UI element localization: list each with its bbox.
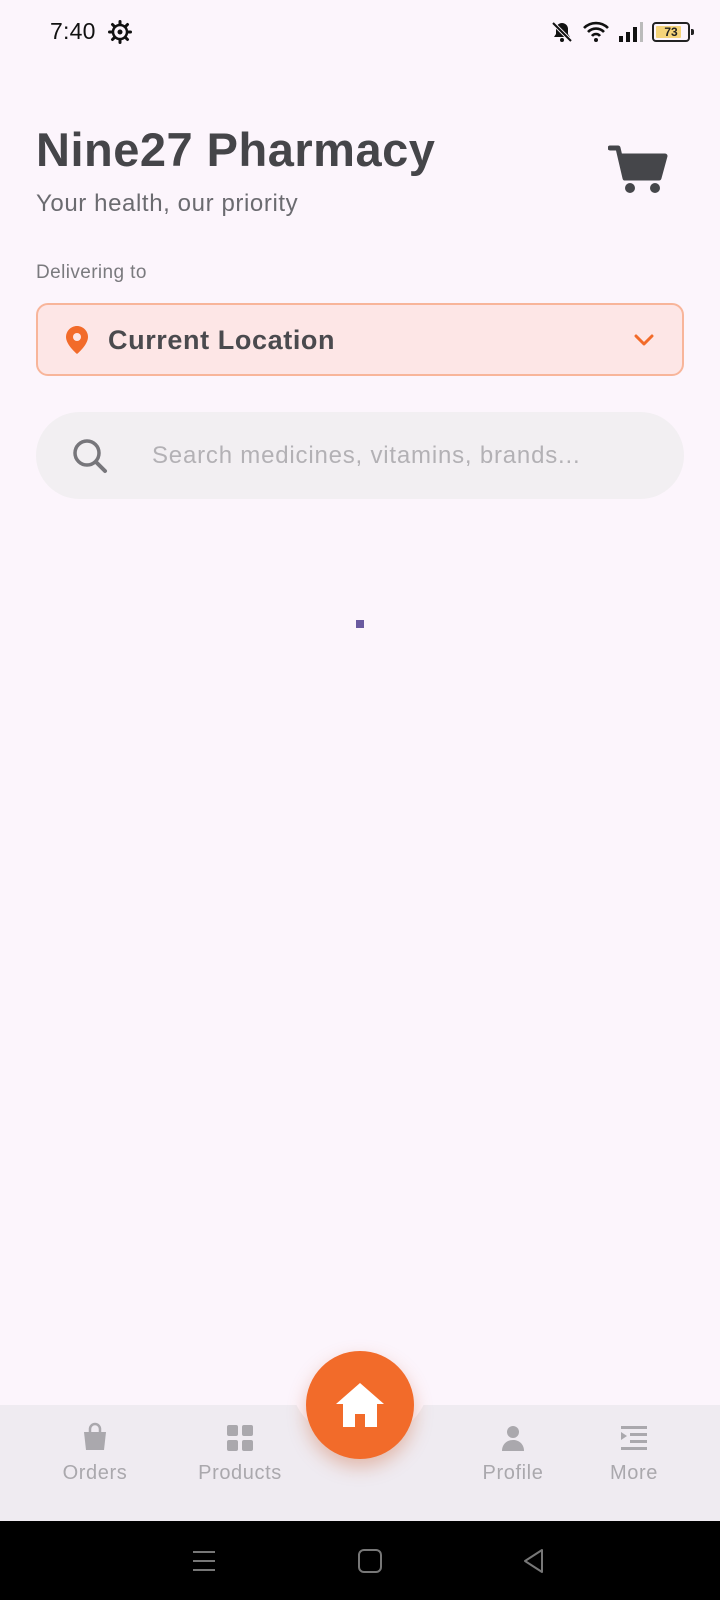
home-icon — [336, 1383, 384, 1427]
screen: 7:40 73 Nine27 Pharmacy Your health, our… — [0, 0, 720, 1600]
system-nav-bar — [0, 1521, 720, 1600]
recent-apps-icon[interactable] — [190, 1547, 218, 1575]
cart-icon[interactable] — [608, 144, 668, 196]
wifi-icon — [583, 21, 609, 42]
signal-icon — [619, 22, 643, 42]
system-home-icon[interactable] — [356, 1547, 384, 1575]
battery-level: 73 — [664, 25, 678, 39]
status-time: 7:40 — [50, 18, 96, 44]
location-pin-icon — [66, 326, 88, 354]
back-icon[interactable] — [520, 1547, 548, 1575]
chevron-down-icon — [634, 334, 654, 346]
home-button[interactable] — [306, 1351, 414, 1459]
nav-label-orders: Orders — [62, 1462, 128, 1484]
shopping-bag-icon — [84, 1422, 106, 1450]
status-icons: 73 — [550, 18, 694, 46]
nav-item-profile[interactable]: Profile — [448, 1422, 578, 1506]
search-icon — [73, 439, 107, 473]
location-selector[interactable]: Current Location — [36, 303, 684, 376]
bell-off-icon — [551, 21, 573, 43]
nav-label-more: More — [610, 1462, 658, 1484]
nav-item-products[interactable]: Products — [175, 1422, 305, 1506]
delivering-label: Delivering to — [36, 262, 147, 283]
search-input[interactable] — [152, 412, 662, 499]
app-subtitle: Your health, our priority — [36, 190, 299, 217]
nav-item-more[interactable]: More — [569, 1422, 699, 1506]
loading-indicator — [356, 620, 364, 628]
grid-icon — [227, 1425, 253, 1451]
nav-label-products: Products — [198, 1462, 282, 1484]
nav-label-profile: Profile — [482, 1462, 544, 1484]
menu-list-icon — [621, 1426, 647, 1450]
status-bar: 7:40 73 — [0, 0, 720, 64]
battery-tip — [691, 29, 694, 35]
location-text: Current Location — [108, 325, 336, 355]
person-icon — [502, 1426, 524, 1451]
nav-item-orders[interactable]: Orders — [30, 1422, 160, 1506]
battery-icon: 73 — [652, 22, 694, 42]
search-bar[interactable] — [36, 412, 684, 499]
app-title: Nine27 Pharmacy — [36, 123, 436, 176]
settings-gear-icon — [108, 20, 132, 44]
